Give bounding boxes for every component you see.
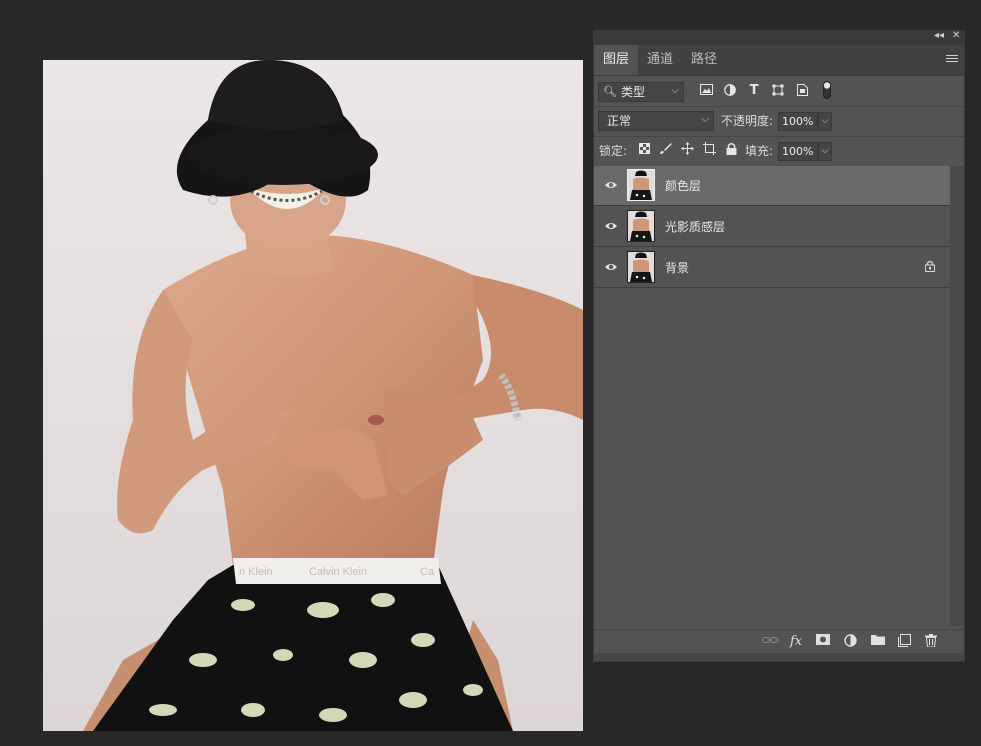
layer-thumbnail [627, 210, 655, 242]
text-filter-icon[interactable]: T [746, 83, 762, 99]
lock-icon[interactable] [925, 260, 935, 272]
panel-tabbar: 图层 通道 路径 [594, 45, 964, 76]
double-chevron-left-icon[interactable]: ◂◂ [934, 30, 944, 41]
fill-label: 填充: [745, 144, 774, 158]
layer-row-background[interactable]: 背景 [594, 248, 950, 288]
lock-label: 锁定: [599, 144, 628, 158]
opacity-label: 不透明度: [721, 114, 774, 128]
adjustment-layer-icon[interactable] [844, 634, 857, 652]
layer-row-color[interactable]: 颜色层 [594, 166, 950, 206]
lock-position-icon[interactable] [680, 142, 694, 160]
fx-icon[interactable]: fx [790, 634, 802, 650]
blend-mode-select[interactable]: 正常 ⌵ [598, 111, 714, 131]
new-layer-icon[interactable] [898, 634, 911, 652]
layer-thumbnail [627, 251, 655, 283]
canvas-area[interactable]: Calvin Klein n Klein Ca [0, 0, 592, 746]
chevron-down-icon: ⌵ [671, 85, 679, 96]
lock-artboard-icon[interactable] [702, 142, 716, 160]
panel-title-strip: ◂◂ ✕ [594, 30, 964, 45]
layers-panel: ◂◂ ✕ 图层 通道 路径 🔍︎ 类型 ⌵ T 正常 ⌵ 不透明度: 100% … [593, 30, 965, 662]
layer-name[interactable]: 背景 [665, 259, 689, 276]
smart-object-filter-icon[interactable] [794, 84, 810, 101]
tab-paths[interactable]: 路径 [682, 45, 726, 75]
lock-transparent-icon[interactable] [637, 143, 651, 159]
eye-icon[interactable] [604, 178, 618, 192]
lock-row: 锁定: 填充: 100% ⌵ [594, 138, 964, 164]
blend-row: 正常 ⌵ 不透明度: 100% ⌵ [594, 108, 964, 134]
close-icon[interactable]: ✕ [952, 30, 960, 41]
fill-input[interactable]: 100% [778, 142, 818, 161]
fill-dropdown-button[interactable]: ⌵ [818, 142, 832, 161]
layer-kind-filter[interactable]: 🔍︎ 类型 ⌵ [598, 82, 684, 102]
layer-row-light-texture[interactable]: 光影质感层 [594, 207, 950, 247]
tab-layers[interactable]: 图层 [594, 45, 639, 75]
waistband-logo-text-left: n Klein [239, 566, 273, 578]
link-layers-icon[interactable] [762, 634, 778, 650]
filter-toggle-icon[interactable] [822, 81, 832, 104]
lock-all-icon[interactable] [724, 142, 738, 160]
layers-footer: fx [594, 629, 964, 654]
layer-list-scrollbar[interactable] [950, 166, 964, 626]
hamburger-menu-icon[interactable] [946, 53, 958, 64]
photo-artwork: Calvin Klein n Klein Ca [43, 60, 583, 731]
layer-name[interactable]: 光影质感层 [665, 218, 725, 235]
eye-icon[interactable] [604, 260, 618, 274]
filter-row: 🔍︎ 类型 ⌵ T [594, 79, 964, 105]
layer-kind-filter-value: 类型 [621, 85, 646, 99]
waistband-logo-text: Calvin Klein [309, 566, 367, 578]
waistband-logo-text-right: Ca [420, 566, 435, 578]
panel-resize-strip[interactable] [594, 653, 964, 661]
layer-name[interactable]: 颜色层 [665, 177, 701, 194]
opacity-dropdown-button[interactable]: ⌵ [818, 112, 832, 131]
layer-thumbnail [627, 169, 655, 201]
new-group-icon[interactable] [871, 634, 885, 650]
eye-icon[interactable] [604, 219, 618, 233]
document-image[interactable]: Calvin Klein n Klein Ca [43, 60, 583, 731]
shape-filter-icon[interactable] [770, 84, 786, 101]
image-filter-icon[interactable] [698, 84, 714, 100]
blend-mode-value: 正常 [607, 114, 632, 128]
adjustment-filter-icon[interactable] [722, 84, 738, 101]
search-icon: 🔍︎ [603, 85, 617, 98]
layer-list[interactable]: 颜色层 光影质感层 背景 [594, 166, 950, 626]
chevron-down-icon: ⌵ [701, 114, 709, 125]
delete-layer-icon[interactable] [925, 634, 937, 652]
opacity-input[interactable]: 100% [778, 112, 818, 131]
lock-paint-icon[interactable] [658, 142, 672, 160]
tab-channels[interactable]: 通道 [638, 45, 682, 75]
add-mask-icon[interactable] [816, 634, 830, 650]
